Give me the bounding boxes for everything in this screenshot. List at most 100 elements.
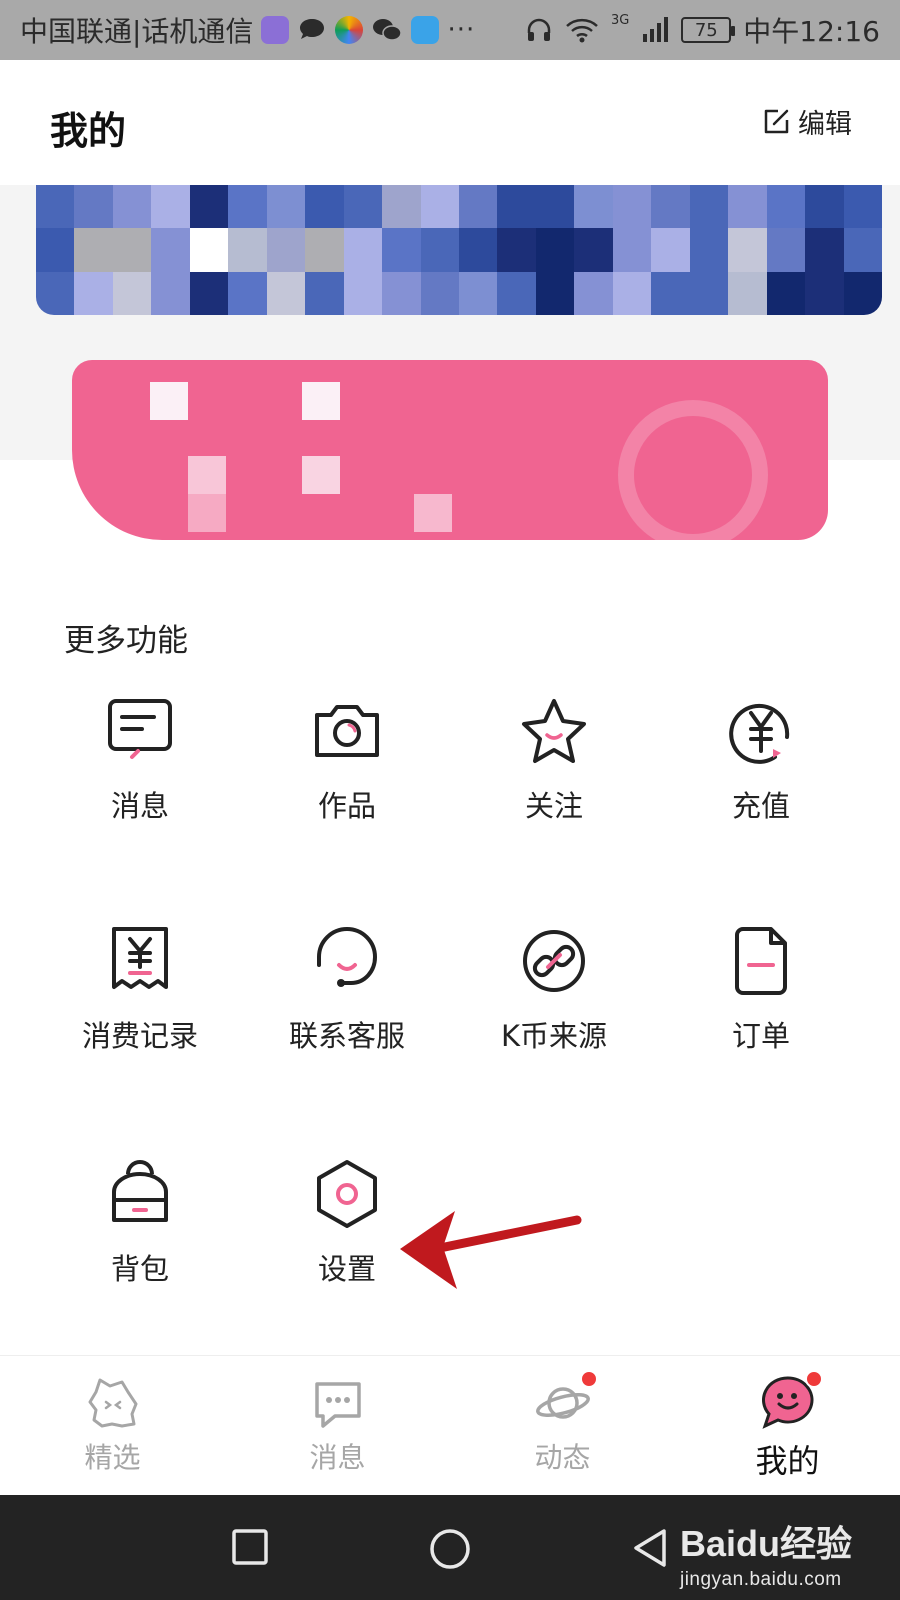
mosaic-tile [266, 185, 306, 229]
mosaic-tile [112, 185, 152, 229]
pixelated-block [150, 382, 188, 420]
function-orders[interactable]: 订单 [657, 925, 865, 1055]
function-backpack[interactable]: 背包 [36, 1158, 244, 1288]
mosaic-tile [728, 228, 767, 272]
mosaic-tile [535, 185, 575, 229]
camera-icon [315, 705, 379, 757]
message-icon [108, 699, 172, 759]
function-spending-records[interactable]: 消费记录 [36, 925, 244, 1055]
mosaic-tile [228, 228, 267, 272]
recent-apps-icon[interactable] [230, 1527, 270, 1567]
receipt-icon [112, 927, 168, 989]
function-messages[interactable]: 消息 [36, 695, 244, 825]
network-type: 3G [610, 12, 630, 28]
hexagon-settings-icon [317, 1160, 377, 1228]
function-label: 背包 [110, 1252, 169, 1286]
tab-label: 消息 [309, 1441, 366, 1474]
mosaic-tile [151, 271, 190, 315]
tab-label: 精选 [84, 1441, 141, 1474]
back-icon[interactable] [630, 1527, 670, 1569]
mosaic-tile [112, 271, 152, 315]
mosaic-tile [766, 228, 806, 272]
mosaic-tile [805, 185, 844, 229]
mosaic-tile [651, 185, 690, 229]
mosaic-tile [420, 185, 459, 229]
tab-label: 我的 [755, 1442, 820, 1480]
mosaic-tile [843, 228, 882, 272]
mosaic-tile [305, 185, 344, 229]
function-label: 消息 [110, 789, 169, 823]
mosaic-tile [36, 271, 75, 315]
mosaic-tile [228, 185, 267, 229]
mosaic-tile [497, 271, 536, 315]
mosaic-tile [497, 228, 536, 272]
message-bubble-icon [300, 19, 325, 39]
function-works[interactable]: 作品 [243, 695, 451, 825]
wechat-icon [373, 19, 403, 41]
mosaic-tile [266, 228, 306, 272]
home-icon[interactable] [428, 1527, 472, 1571]
mosaic-tile [151, 185, 190, 229]
mosaic-tile [382, 185, 421, 229]
baidu-watermark: Baidu经验 jingyan.baidu.com [680, 1515, 852, 1591]
watermark-sub: jingyan.baidu.com [679, 1569, 842, 1590]
headset-icon [527, 18, 551, 41]
mosaic-tile [343, 185, 383, 229]
mosaic-tile [843, 185, 882, 229]
mosaic-tile [458, 228, 498, 272]
tab-label: 动态 [534, 1441, 591, 1474]
mosaic-tile [651, 228, 690, 272]
mosaic-tile [305, 271, 344, 315]
qq-app-icon [261, 16, 290, 44]
pixelated-block [188, 494, 226, 532]
pixelated-block [302, 456, 340, 494]
shield-app-icon [411, 16, 440, 44]
mosaic-tile [728, 185, 767, 229]
function-kcoin-source[interactable]: K币来源 [450, 925, 658, 1055]
pixelated-block [188, 456, 226, 494]
function-label: 设置 [317, 1252, 376, 1286]
function-customer-service[interactable]: 联系客服 [243, 925, 451, 1055]
mosaic-tile [805, 228, 844, 272]
tab-messages[interactable]: 消息 [225, 1356, 450, 1495]
function-label: 充值 [731, 789, 790, 823]
mosaic-tile [420, 228, 459, 272]
edit-icon [764, 109, 789, 133]
watermark-main: Baidu经验 [679, 1523, 852, 1564]
mosaic-tile [612, 271, 652, 315]
section-title-more-functions: 更多功能 [64, 623, 188, 659]
function-following[interactable]: 关注 [450, 695, 658, 825]
tab-moments[interactable]: 动态 [450, 1356, 675, 1495]
notification-badge [805, 1370, 823, 1388]
status-left: 中国联通|话机通信 ··· [20, 10, 475, 50]
mosaic-tile [766, 185, 806, 229]
mosaic-tile [574, 228, 613, 272]
mosaic-tile [689, 228, 729, 272]
pixelated-block [414, 494, 452, 532]
headset-icon [317, 927, 378, 987]
chat-bubble-icon [314, 1382, 361, 1428]
notification-badge [580, 1370, 598, 1388]
profile-banner-image[interactable] [36, 185, 882, 315]
mosaic-tile [112, 228, 152, 272]
mosaic-tile [766, 271, 806, 315]
mosaic-tile [574, 185, 613, 229]
system-nav-bar: Baidu经验 jingyan.baidu.com [0, 1495, 900, 1600]
mosaic-tile [228, 271, 267, 315]
more-dots-icon: ··· [447, 15, 476, 45]
function-label: 消费记录 [81, 1019, 198, 1053]
tab-featured[interactable]: 精选 [0, 1356, 225, 1495]
tab-mine[interactable]: 我的 [675, 1356, 900, 1495]
decorative-ring [618, 400, 768, 540]
profile-card[interactable] [72, 360, 828, 540]
mosaic-tile [651, 271, 690, 315]
function-recharge[interactable]: 充值 [657, 695, 865, 825]
header: 我的 编辑 [0, 60, 900, 185]
mosaic-tile [535, 228, 575, 272]
mosaic-tile [805, 271, 844, 315]
clock: 中午12:16 [743, 15, 880, 48]
mosaic-tile [189, 228, 229, 272]
edit-button[interactable]: 编辑 [762, 102, 852, 141]
mosaic-tile [382, 228, 421, 272]
signal-icon [643, 17, 669, 42]
